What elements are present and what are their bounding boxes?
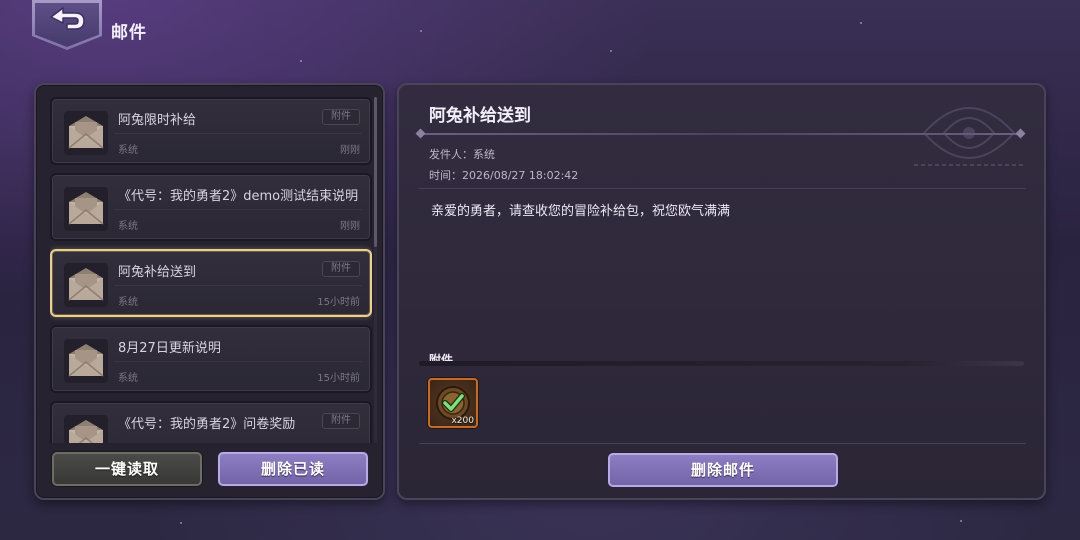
scrollbar-thumb[interactable]: [374, 97, 377, 247]
star-sparkle: [960, 520, 962, 522]
mail-title: 8月27日更新说明: [118, 341, 221, 356]
mail-item[interactable]: 《代号：我的勇者2》demo测试结束说明 系统 刚刚: [50, 173, 372, 241]
star-sparkle: [420, 30, 422, 32]
mail-time: 15小时前: [317, 373, 360, 384]
mail-sender: 系统: [118, 145, 138, 156]
attachment-tag: 附件: [322, 413, 360, 429]
item-quantity: x200: [451, 416, 474, 426]
mail-item[interactable]: 8月27日更新说明 系统 15小时前: [50, 325, 372, 393]
envelope-icon: [64, 263, 108, 307]
divider: [114, 133, 362, 134]
envelope-icon: [64, 339, 108, 383]
mail-item-selected[interactable]: 阿兔补给送到 附件 系统 15小时前: [50, 249, 372, 317]
diamond-icon: [415, 128, 426, 139]
mail-title: 《代号：我的勇者2》问卷奖励: [118, 417, 296, 432]
page-title: 邮件: [111, 23, 147, 43]
mail-time-line: 时间：2026/08/27 18:02:42: [429, 169, 579, 182]
divider: [114, 361, 362, 362]
mail-title: 阿兔补给送到: [118, 265, 197, 280]
mail-item[interactable]: 阿兔限时补给 附件 系统 刚刚: [50, 97, 372, 165]
star-sparkle: [860, 22, 862, 24]
mail-body: 亲爱的勇者，请查收您的冒险补给包，祝您欧气满满: [431, 204, 731, 219]
envelope-icon: [64, 187, 108, 231]
mail-time: 15小时前: [317, 297, 360, 308]
envelope-icon: [64, 111, 108, 155]
back-arrow-icon: [50, 7, 85, 30]
star-sparkle: [300, 60, 302, 62]
divider: [419, 443, 1026, 444]
mail-sender: 系统: [118, 373, 138, 384]
mail-title: 《代号：我的勇者2》demo测试结束说明: [118, 189, 359, 204]
divider: [419, 188, 1026, 189]
divider: [114, 285, 362, 286]
mail-sender-line: 发件人：系统: [429, 148, 495, 161]
read-all-button[interactable]: 一键读取: [52, 452, 202, 486]
title-divider: [415, 128, 1026, 139]
mail-detail-panel: 阿兔补给送到 发件人：系统 时间：2026/08/27 18:02:42 亲爱的…: [397, 83, 1046, 500]
delete-read-button[interactable]: 删除已读: [218, 452, 368, 486]
envelope-icon: [64, 415, 108, 443]
delete-mail-button[interactable]: 删除邮件: [608, 453, 838, 487]
mail-sender: 系统: [118, 297, 138, 308]
mail-list[interactable]: 阿兔限时补给 附件 系统 刚刚 《代号：我的勇者2》demo测试结束说明 系统 …: [50, 97, 372, 443]
attachments-divider: [419, 361, 1024, 366]
mail-item[interactable]: 《代号：我的勇者2》问卷奖励 附件: [50, 401, 372, 443]
back-button[interactable]: [32, 0, 102, 50]
attachment-tag: 附件: [322, 261, 360, 277]
mail-sender: 系统: [118, 221, 138, 232]
mail-list-panel: 阿兔限时补给 附件 系统 刚刚 《代号：我的勇者2》demo测试结束说明 系统 …: [34, 83, 385, 500]
attachment-item[interactable]: x200: [428, 378, 478, 428]
mail-time: 刚刚: [340, 221, 360, 232]
mail-detail-title: 阿兔补给送到: [429, 106, 531, 126]
attachment-tag: 附件: [322, 109, 360, 125]
star-sparkle: [610, 50, 612, 52]
mail-time: 刚刚: [340, 145, 360, 156]
star-sparkle: [180, 522, 182, 524]
divider: [114, 209, 362, 210]
mail-title: 阿兔限时补给: [118, 113, 197, 128]
